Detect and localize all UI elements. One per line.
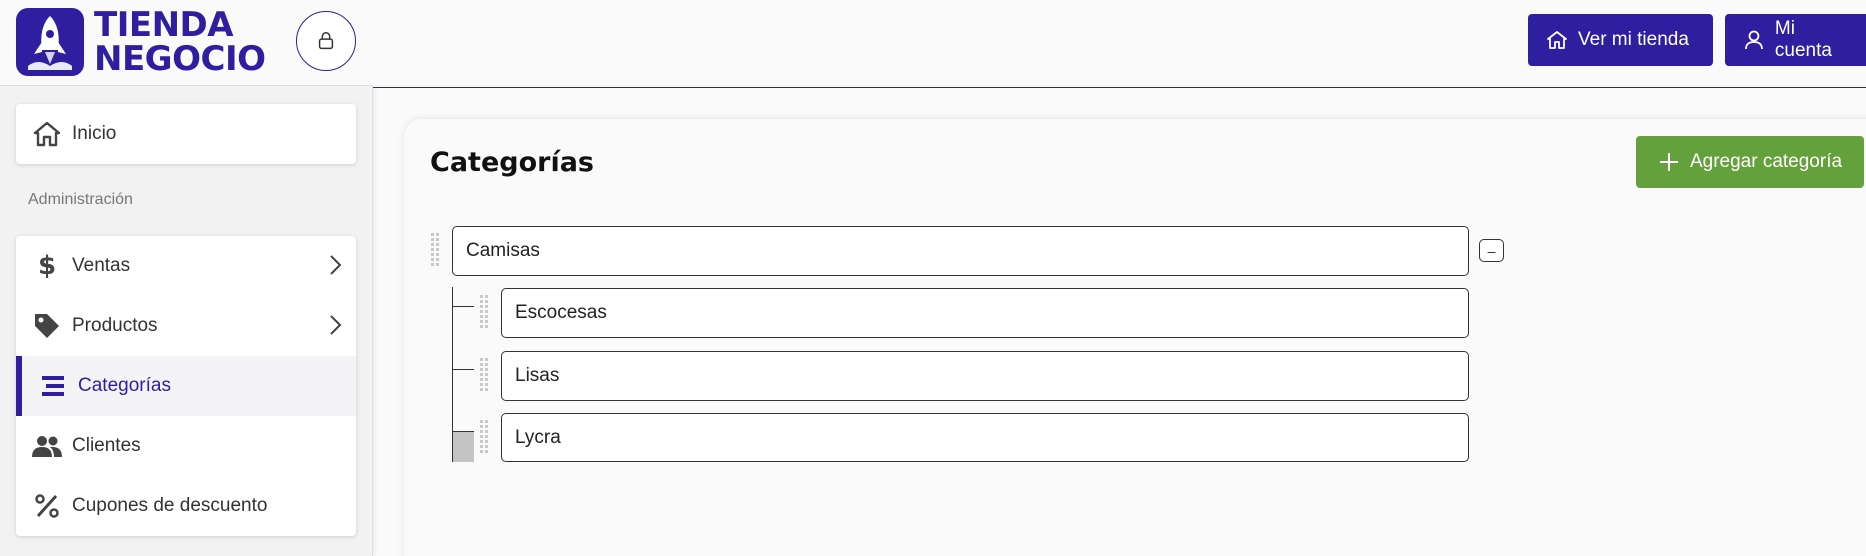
chevron-right-icon	[330, 255, 342, 275]
home-outline-icon	[1547, 31, 1567, 49]
tree-connector	[452, 369, 474, 370]
sidebar-item-label: Categorías	[78, 375, 171, 396]
my-account-button[interactable]: Mi cuenta	[1725, 14, 1866, 66]
plus-icon	[1659, 153, 1678, 171]
category-row-escocesas[interactable]: Escocesas	[501, 288, 1469, 338]
category-row-lycra[interactable]: Lycra	[501, 413, 1469, 462]
sidebar-item-ventas[interactable]: $ Ventas	[16, 236, 356, 296]
sidebar-item-label: Productos	[72, 315, 158, 336]
drag-handle-icon[interactable]	[480, 295, 488, 328]
sidebar-item-inicio[interactable]: Inicio	[16, 104, 356, 164]
tree-connector	[452, 306, 474, 307]
home-icon	[32, 119, 62, 149]
sidebar-item-categorias[interactable]: Categorías	[16, 356, 356, 416]
page-title: Categorías	[430, 147, 594, 178]
add-category-button[interactable]: Agregar categoría	[1636, 136, 1864, 188]
lock-icon	[318, 32, 334, 50]
list-icon	[38, 371, 68, 401]
my-account-label: Mi cuenta	[1774, 18, 1832, 61]
sidebar: TIENDA NEGOCIO Inicio Administración $ V…	[0, 0, 373, 556]
category-label: Lycra	[515, 426, 561, 448]
category-row-camisas[interactable]: Camisas	[452, 226, 1469, 276]
rocket-icon	[16, 8, 84, 76]
logo-area: TIENDA NEGOCIO	[0, 0, 373, 86]
percent-icon	[32, 491, 62, 521]
drag-handle-icon[interactable]	[431, 233, 439, 266]
drop-placeholder	[453, 432, 474, 462]
collapse-button[interactable]: –	[1479, 239, 1504, 262]
main-panel: Categorías Agregar categoría Camisas – E…	[404, 119, 1866, 556]
lock-button[interactable]	[296, 11, 356, 71]
dollar-icon: $	[37, 251, 57, 281]
section-label: Administración	[28, 191, 133, 208]
category-label: Lisas	[515, 365, 560, 386]
sidebar-item-cupones[interactable]: Cupones de descuento	[16, 476, 356, 536]
category-label: Camisas	[466, 240, 540, 261]
users-icon	[32, 431, 62, 461]
sidebar-item-label: Clientes	[72, 435, 141, 456]
category-row-lisas[interactable]: Lisas	[501, 351, 1469, 401]
drag-handle-icon[interactable]	[480, 420, 488, 453]
view-store-label: Ver mi tienda	[1578, 29, 1689, 50]
drag-handle-icon[interactable]	[480, 358, 488, 391]
home-card: Inicio	[16, 104, 356, 164]
chevron-right-icon	[330, 315, 342, 335]
admin-card: $ Ventas Productos Categorías Clientes C…	[16, 236, 356, 536]
view-store-button[interactable]: Ver mi tienda	[1528, 14, 1713, 66]
brand-name: TIENDA NEGOCIO	[94, 8, 266, 76]
user-icon	[1745, 30, 1763, 50]
category-label: Escocesas	[515, 302, 607, 323]
add-category-label: Agregar categoría	[1689, 151, 1843, 172]
sidebar-item-productos[interactable]: Productos	[16, 296, 356, 356]
top-bar: Ver mi tienda Mi cuenta	[373, 0, 1866, 88]
sidebar-item-clientes[interactable]: Clientes	[16, 416, 356, 476]
brand-line-1: TIENDA	[94, 5, 234, 45]
brand-line-2: NEGOCIO	[94, 39, 266, 79]
sidebar-item-label: Ventas	[72, 255, 131, 276]
sidebar-item-label: Cupones de descuento	[72, 495, 268, 516]
sidebar-item-label: Inicio	[72, 123, 117, 144]
tag-icon	[32, 311, 62, 341]
